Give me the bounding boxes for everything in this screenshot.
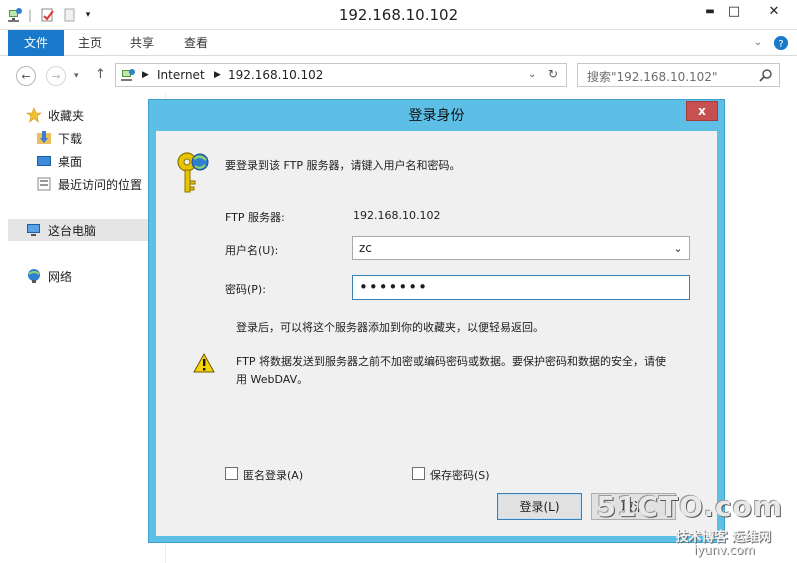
username-combobox[interactable]: zc ⌄ [352, 236, 690, 260]
tab-view[interactable]: 查看 [174, 30, 218, 56]
close-icon: ✕ [768, 3, 780, 19]
window-titlebar: | ▾ 192.168.10.102 ▬ □ ✕ [0, 0, 797, 30]
sidebar-item-label: 收藏夹 [48, 108, 85, 123]
desktop-icon [36, 153, 52, 169]
back-button[interactable]: ← [16, 66, 36, 86]
search-box[interactable]: 搜索"192.168.10.102" [577, 63, 780, 87]
key-icon [176, 151, 210, 198]
tab-home[interactable]: 主页 [68, 30, 112, 56]
chevron-right-icon: ▶ [142, 70, 149, 80]
forward-arrow-icon: → [51, 69, 61, 83]
network-icon [26, 268, 42, 284]
sidebar-item-label: 下载 [58, 131, 83, 146]
sidebar-item-this-pc[interactable]: 这台电脑 [8, 219, 148, 241]
address-row: ← → ▾ ↑ ▶ Internet ▶ 192.168.10.102 ⌄ ↻ … [0, 57, 797, 93]
svg-text:?: ? [778, 39, 783, 50]
help-icon[interactable]: ? [772, 30, 790, 56]
forward-button[interactable]: → [46, 66, 66, 86]
back-arrow-icon: ← [21, 69, 31, 83]
close-icon: x [698, 104, 706, 118]
address-dropdown-icon[interactable]: ⌄ [528, 69, 536, 80]
sidebar-item-label: 桌面 [58, 154, 83, 169]
expand-ribbon-icon[interactable]: ⌄ [750, 30, 766, 56]
search-icon[interactable] [759, 68, 773, 85]
dialog-title: 登录身份 [408, 108, 465, 124]
dialog-close-button[interactable]: x [686, 101, 718, 121]
warning-text-line2: 用 WebDAV。 [236, 373, 309, 386]
password-field[interactable]: ••••••• [352, 275, 690, 300]
warning-icon [193, 352, 215, 376]
save-password-checkbox[interactable] [412, 467, 425, 480]
sidebar-item-network[interactable]: 网络 [26, 265, 72, 287]
search-placeholder: 搜索"192.168.10.102" [587, 70, 718, 84]
chevron-down-icon[interactable]: ⌄ [670, 240, 686, 256]
username-label: 用户名(U): [225, 244, 279, 257]
maximize-icon: □ [727, 3, 741, 19]
computer-icon [26, 222, 42, 238]
breadcrumb-internet[interactable]: Internet [157, 68, 205, 82]
sidebar-item-desktop[interactable]: 桌面 [36, 150, 82, 172]
download-folder-icon [36, 130, 52, 146]
watermark-site: iyunv.com [693, 543, 755, 557]
anonymous-login-checkbox[interactable] [225, 467, 238, 480]
chevron-right-icon: ▶ [214, 70, 221, 80]
maximize-button[interactable]: □ [717, 0, 751, 22]
server-value: 192.168.10.102 [353, 209, 441, 222]
window-title: 192.168.10.102 [338, 6, 459, 24]
refresh-icon[interactable]: ↻ [548, 67, 558, 81]
recent-locations-icon[interactable]: ▾ [74, 71, 79, 81]
anonymous-login-label[interactable]: 匿名登录(A) [243, 467, 303, 483]
login-button[interactable]: 登录(L) [497, 493, 582, 520]
username-value: zc [359, 241, 372, 255]
login-dialog: 登录身份 x 要登录到该 FTP 服务器，请键入用户名和密码。 FTP 服务器:… [148, 99, 725, 543]
navigation-pane: 收藏夹 下载 桌面 最近访问的位置 这台电脑 网络 [0, 93, 160, 563]
ribbon: 文件 主页 共享 查看 ⌄ ? [0, 30, 797, 56]
sidebar-item-label: 这台电脑 [48, 223, 97, 238]
warning-text-line1: FTP 将数据发送到服务器之前不加密或编码密码或数据。要保护密码和数据的安全，请… [236, 355, 666, 368]
breadcrumb-server[interactable]: 192.168.10.102 [228, 68, 323, 82]
favorites-note: 登录后，可以将这个服务器添加到你的收藏夹，以便轻易返回。 [236, 321, 544, 334]
minimize-icon: ▬ [705, 5, 715, 17]
sidebar-item-label: 网络 [48, 269, 73, 284]
recent-places-icon [36, 176, 52, 192]
watermark-main: 51CTO.com [596, 490, 783, 523]
tab-file[interactable]: 文件 [8, 30, 64, 56]
address-bar[interactable]: ▶ Internet ▶ 192.168.10.102 ⌄ ↻ [115, 63, 567, 87]
sidebar-item-recent[interactable]: 最近访问的位置 [36, 173, 142, 195]
window-close-button[interactable]: ✕ [751, 0, 797, 22]
intro-text: 要登录到该 FTP 服务器，请键入用户名和密码。 [225, 159, 461, 172]
password-mask: ••••••• [359, 278, 428, 296]
internet-icon [120, 67, 136, 86]
password-label: 密码(P): [225, 283, 266, 296]
sidebar-item-favorites[interactable]: 收藏夹 [26, 104, 84, 126]
server-label: FTP 服务器: [225, 211, 285, 224]
star-icon [26, 107, 42, 123]
up-arrow-icon[interactable]: ↑ [95, 67, 106, 82]
sidebar-item-label: 最近访问的位置 [58, 177, 143, 192]
save-password-label[interactable]: 保存密码(S) [430, 467, 490, 483]
dialog-body: 要登录到该 FTP 服务器，请键入用户名和密码。 FTP 服务器: 192.16… [156, 131, 717, 536]
watermark: 51CTO.com 技术博客 运维网 iyunv.com [597, 490, 783, 558]
tab-share[interactable]: 共享 [120, 30, 164, 56]
sidebar-item-downloads[interactable]: 下载 [36, 127, 82, 149]
